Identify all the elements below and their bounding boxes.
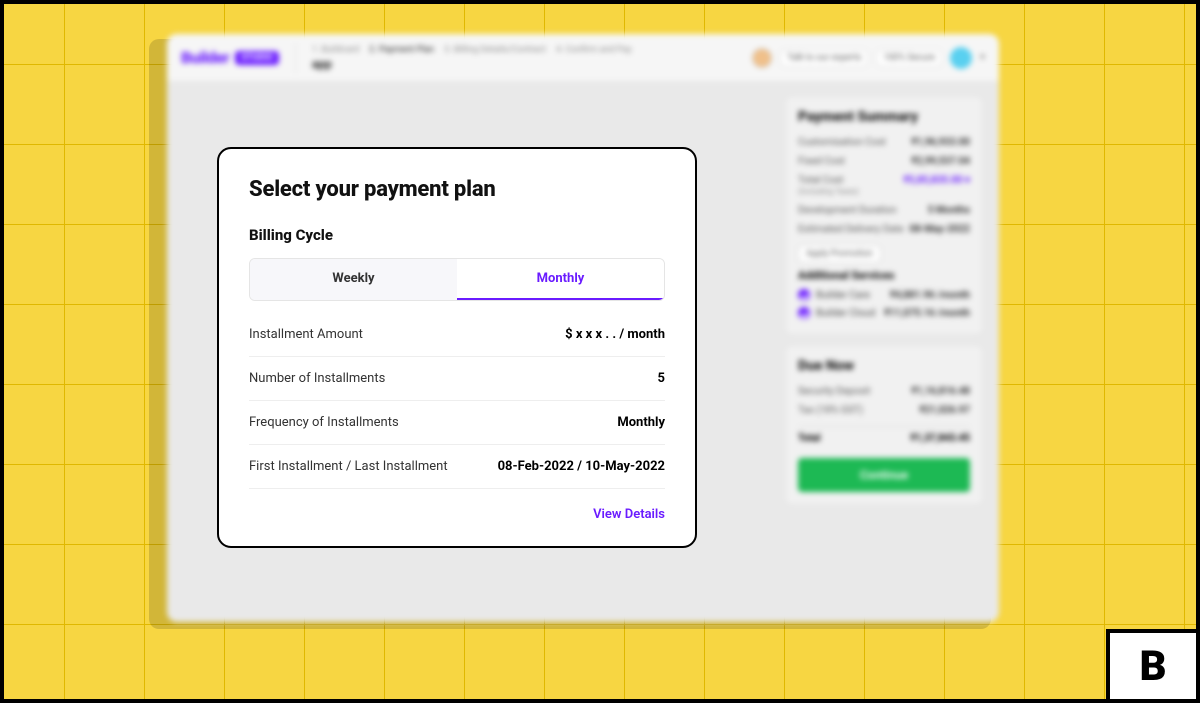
secure-badge: 100% Secure [876, 49, 942, 67]
app-name: app [312, 57, 632, 71]
label: Total [798, 433, 820, 444]
header-center: 1. Buildcard 2. Payment Plan 3. Billing … [312, 45, 632, 71]
brand-corner-badge: B [1106, 629, 1196, 699]
tab-weekly[interactable]: Weekly [250, 259, 457, 300]
row-installment-amount: Installment Amount $ x x x . . / month [249, 313, 665, 357]
user-avatar-icon[interactable] [950, 47, 972, 69]
talk-to-experts-button[interactable]: Talk to our experts [780, 49, 868, 67]
modal-title: Select your payment plan [249, 177, 665, 202]
service-price: ₹11,075.16 /month [884, 308, 970, 319]
label: First Installment / Last Installment [249, 459, 448, 474]
due-now-panel: Due Now Security Deposit ₹1,16,816.48 Tax… [785, 345, 983, 505]
label: Customisation Cost [798, 137, 886, 148]
crumb-4[interactable]: 4. Confirm and Pay [556, 45, 632, 55]
value: ₹1,96,933.00 [912, 137, 970, 148]
value: $ x x x . . / month [565, 327, 665, 342]
breadcrumb: 1. Buildcard 2. Payment Plan 3. Billing … [312, 45, 632, 55]
value: ₹21,026.97 [920, 405, 970, 416]
label: Development Duration [798, 205, 897, 216]
row-frequency: Frequency of Installments Monthly [249, 401, 665, 445]
chevron-down-icon[interactable]: ▾ [980, 52, 985, 63]
billing-cycle-label: Billing Cycle [249, 226, 665, 244]
service-price: ₹4,881.96 /month [890, 290, 970, 301]
check-icon [798, 307, 810, 319]
label: Number of Installments [249, 371, 385, 386]
label: Total Cost (Including Taxes) [798, 175, 859, 197]
expert-avatar-icon [752, 48, 772, 68]
payment-summary-panel: Payment Summary Customisation Cost ₹1,96,… [785, 96, 983, 335]
apply-promotion-button[interactable]: Apply Promotion [798, 245, 881, 263]
logo-badge: STUDIO [235, 51, 279, 65]
check-icon [798, 289, 810, 301]
value: ₹1,16,816.48 [912, 386, 970, 397]
additional-services-title: Additional Services [798, 269, 970, 282]
value: 5 [658, 371, 665, 386]
service-label: Builder Care [816, 290, 870, 301]
logo: Builder STUDIO [181, 48, 279, 67]
service-label: Builder Cloud [816, 308, 875, 319]
view-details-link[interactable]: View Details [593, 507, 665, 522]
label: Estimated Delivery Date [798, 224, 904, 235]
value: ₹1,37,843.45 [910, 433, 970, 444]
value: 08-Feb-2022 / 10-May-2022 [498, 459, 665, 474]
row-num-installments: Number of Installments 5 [249, 357, 665, 401]
billing-cycle-tabs: Weekly Monthly [249, 258, 665, 301]
payment-summary-title: Payment Summary [798, 109, 970, 125]
value: ₹2,99,537.04 [912, 156, 970, 167]
row-first-last: First Installment / Last Installment 08-… [249, 445, 665, 489]
total-cost-value[interactable]: ₹5,85,835.00 ▾ [904, 175, 971, 197]
tab-monthly[interactable]: Monthly [457, 259, 664, 300]
value: 08-May-2022 [909, 224, 970, 235]
value: Monthly [617, 415, 665, 430]
service-row-care[interactable]: Builder Care ₹4,881.96 /month [798, 286, 970, 304]
continue-button[interactable]: Continue [798, 458, 970, 492]
due-now-title: Due Now [798, 358, 970, 374]
crumb-2[interactable]: 2. Payment Plan [369, 45, 434, 55]
label: Frequency of Installments [249, 415, 399, 430]
label: Installment Amount [249, 327, 363, 342]
label: Security Deposit [798, 386, 870, 397]
label: Tax (18% GST) [798, 405, 863, 416]
logo-text: Builder [181, 48, 229, 67]
crumb-3[interactable]: 3. Billing Details/Contract [444, 45, 546, 55]
label: Fixed Cost [798, 156, 845, 167]
value: 5 Months [928, 205, 970, 216]
crumb-1[interactable]: 1. Buildcard [312, 45, 359, 55]
payment-plan-modal: Select your payment plan Billing Cycle W… [217, 147, 697, 548]
divider [295, 43, 296, 73]
service-row-cloud[interactable]: Builder Cloud ₹11,075.16 /month [798, 304, 970, 322]
app-header: Builder STUDIO 1. Buildcard 2. Payment P… [167, 34, 999, 82]
